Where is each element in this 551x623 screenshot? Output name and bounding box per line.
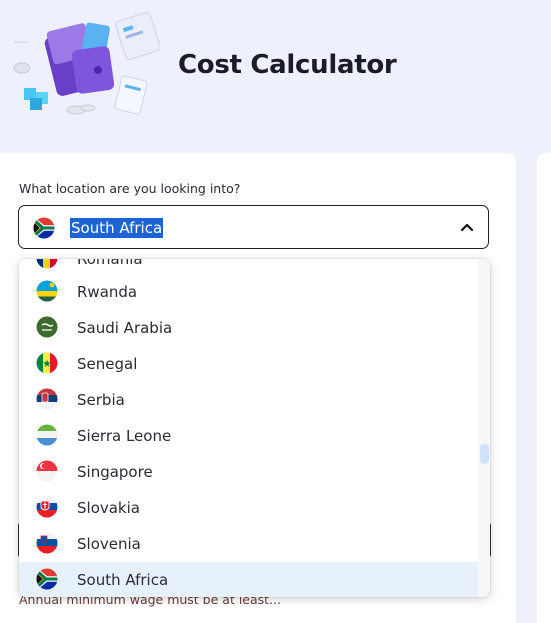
serbia-flag-icon bbox=[36, 388, 58, 410]
option-senegal[interactable]: Senegal bbox=[19, 346, 478, 382]
page-title: Cost Calculator bbox=[178, 50, 397, 80]
selected-location-value: South Africa bbox=[70, 218, 164, 238]
option-label: Saudi Arabia bbox=[77, 319, 173, 337]
saudi-arabia-flag-icon bbox=[36, 316, 58, 338]
chevron-up-icon[interactable] bbox=[460, 220, 474, 234]
location-select[interactable]: South Africa bbox=[18, 205, 489, 249]
slovenia-flag-icon bbox=[36, 532, 58, 554]
option-label: Romania bbox=[77, 259, 143, 268]
option-slovakia[interactable]: Slovakia bbox=[19, 490, 478, 526]
side-panel bbox=[537, 153, 551, 623]
option-label: Sierra Leone bbox=[77, 427, 172, 445]
option-slovenia[interactable]: Slovenia bbox=[19, 526, 478, 562]
option-serbia[interactable]: Serbia bbox=[19, 382, 478, 418]
singapore-flag-icon bbox=[36, 460, 58, 482]
dropdown-scrollbar[interactable] bbox=[478, 259, 490, 597]
page-header: Cost Calculator bbox=[0, 0, 551, 150]
south-africa-flag-icon bbox=[36, 568, 58, 590]
option-label: Rwanda bbox=[77, 283, 138, 301]
romania-flag-icon bbox=[36, 259, 58, 269]
option-label: Slovenia bbox=[77, 535, 141, 553]
option-label: Slovakia bbox=[77, 499, 140, 517]
option-sierra-leone[interactable]: Sierra Leone bbox=[19, 418, 478, 454]
location-question-label: What location are you looking into? bbox=[19, 181, 241, 196]
option-singapore[interactable]: Singapore bbox=[19, 454, 478, 490]
rwanda-flag-icon bbox=[36, 280, 58, 302]
option-label: Serbia bbox=[77, 391, 125, 409]
senegal-flag-icon bbox=[36, 352, 58, 374]
option-label: Singapore bbox=[77, 463, 153, 481]
south-africa-flag-icon bbox=[33, 217, 55, 239]
sierra-leone-flag-icon bbox=[36, 424, 58, 446]
option-south-africa[interactable]: South Africa bbox=[19, 562, 478, 597]
wallet-illustration-icon bbox=[10, 12, 160, 122]
option-rwanda[interactable]: Rwanda bbox=[19, 274, 478, 310]
option-label: Senegal bbox=[77, 355, 138, 373]
location-dropdown-list[interactable]: Romania Rwanda Saudi Arabia Senegal Serb… bbox=[19, 259, 490, 597]
scrollbar-thumb[interactable] bbox=[480, 444, 489, 464]
option-label: South Africa bbox=[77, 571, 169, 589]
slovakia-flag-icon bbox=[36, 496, 58, 518]
option-saudi-arabia[interactable]: Saudi Arabia bbox=[19, 310, 478, 346]
